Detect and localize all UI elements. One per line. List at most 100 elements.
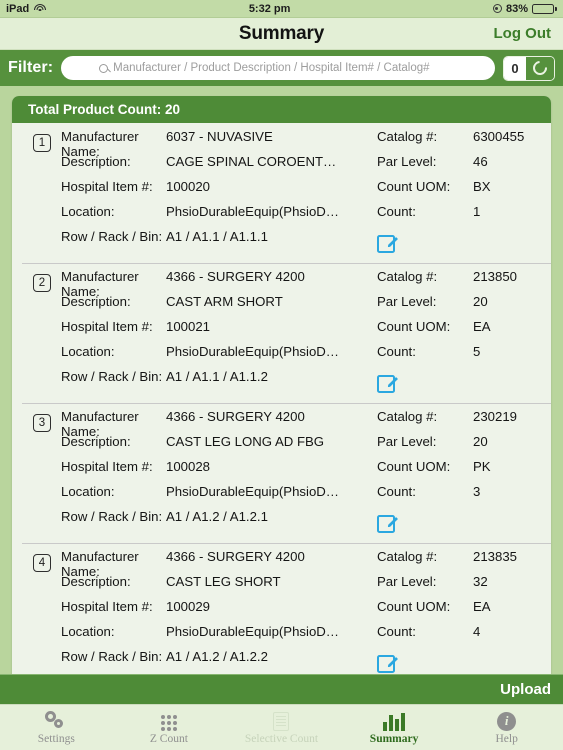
total-product-count-header: Total Product Count: 20 [12,96,551,123]
tab-selective-count: Selective Count [225,711,338,745]
field-location: Location: PhsioDurableEquip(PhsioD… [30,344,377,369]
row-left-column: Manufacturer Name: 4366 - SURGERY 4200 Des… [12,269,377,399]
status-bar: iPad 5:32 pm 83% [0,0,563,18]
tab-label: Settings [37,732,75,745]
field-count-uom-value: EA [473,599,491,614]
refresh-button[interactable] [526,56,554,80]
field-row-rack-bin: Row / Rack / Bin: A1 / A1.2 / A1.2.1 [30,509,377,534]
field-row-rack-bin-value: A1 / A1.2 / A1.2.1 [166,509,268,524]
field-row-rack-bin-label: Row / Rack / Bin: [61,229,163,244]
search-input[interactable]: Manufacturer / Product Description / Hos… [61,56,495,80]
field-manufacturer-name-value: 6037 - NUVASIVE [166,129,273,144]
field-hospital-item-value: 100021 [166,319,211,334]
row-right-column: Catalog #: 230219 Par Level: 20 Count UOM: PK… [377,409,551,539]
battery-percent-label: 83% [505,2,528,15]
field-catalog-number-label: Catalog #: [377,269,438,284]
table-row[interactable]: 3 Manufacturer Name: 4366 - SURGERY 4200 De… [12,403,551,543]
tab-summary[interactable]: Summary [338,711,451,745]
field-count-uom: Count UOM: BX [377,179,551,204]
tab-label: Z Count [149,732,188,745]
field-count: Count: 4 [377,624,551,649]
table-row[interactable]: 2 Manufacturer Name: 4366 - SURGERY 4200 De… [12,263,551,403]
field-row-rack-bin: Row / Rack / Bin: A1 / A1.2 / A1.2.2 [30,649,377,674]
field-par-level: Par Level: 46 [377,154,551,179]
field-manufacturer-name: Manufacturer Name: 4366 - SURGERY 4200 [30,549,377,579]
field-par-level: Par Level: 20 [377,434,551,459]
field-par-level-label: Par Level: [377,154,437,169]
field-hospital-item-label: Hospital Item #: [61,319,153,334]
gears-icon [45,710,67,731]
field-location-value: PhsioDurableEquip(PhsioD… [166,344,339,359]
field-description: Description: CAST ARM SHORT [30,294,377,319]
field-location: Location: PhsioDurableEquip(PhsioD… [30,484,377,509]
field-catalog-number: Catalog #: 6300455 [377,129,551,154]
field-catalog-number-value: 213850 [473,269,518,284]
field-par-level-value: 46 [473,154,488,169]
field-manufacturer-name: Manufacturer Name: 6037 - NUVASIVE [30,129,377,159]
field-manufacturer-name-value: 4366 - SURGERY 4200 [166,409,305,424]
field-count-value: 1 [473,204,481,219]
status-bar-clock: 5:32 pm [248,2,291,15]
field-description-value: CAGE SPINAL COROENT… [166,154,337,169]
edit-icon[interactable] [377,655,395,673]
search-placeholder: Manufacturer / Product Description / Hos… [113,62,430,74]
row-index-badge: 2 [33,274,51,292]
edit-icon[interactable] [377,235,395,253]
field-count-uom-value: PK [473,459,491,474]
row-grid: Manufacturer Name: 4366 - SURGERY 4200 Des… [12,409,551,539]
tab-settings[interactable]: Settings [0,710,113,745]
field-count-uom-label: Count UOM: [377,319,451,334]
field-location-label: Location: [61,344,115,359]
field-catalog-number: Catalog #: 213850 [377,269,551,294]
row-right-column: Catalog #: 213835 Par Level: 32 Count UOM: EA… [377,549,551,674]
row-left-column: Manufacturer Name: 6037 - NUVASIVE Descrip… [12,129,377,259]
filter-bar: Filter: Manufacturer / Product Descripti… [0,50,563,86]
table-row[interactable]: 1 Manufacturer Name: 6037 - NUVASIVE Descri… [12,123,551,263]
field-par-level-label: Par Level: [377,294,437,309]
field-location-value: PhsioDurableEquip(PhsioD… [166,624,339,639]
field-description-label: Description: [61,574,131,589]
field-description: Description: CAST LEG SHORT [30,574,377,599]
tab-help[interactable]: i Help [450,711,563,745]
upload-button[interactable]: Upload [500,681,551,698]
field-par-level-value: 32 [473,574,488,589]
product-list-card: Total Product Count: 20 1 Manufacturer Na… [12,96,551,674]
field-count-uom: Count UOM: PK [377,459,551,484]
tab-label: Selective Count [244,732,319,745]
field-hospital-item: Hospital Item #: 100021 [30,319,377,344]
navigation-bar: Summary Log Out [0,18,563,50]
field-row-rack-bin-value: A1 / A1.2 / A1.2.2 [166,649,268,664]
info-icon: i [497,711,517,731]
edit-icon[interactable] [377,375,395,393]
content-area: Total Product Count: 20 1 Manufacturer Na… [0,86,563,674]
field-catalog-number-label: Catalog #: [377,409,438,424]
field-count: Count: 5 [377,344,551,369]
field-location-value: PhsioDurableEquip(PhsioD… [166,484,339,499]
upload-bar: Upload [0,674,563,704]
field-count-label: Count: [377,624,416,639]
field-count-uom-label: Count UOM: [377,599,451,614]
bar-chart-icon [383,711,406,731]
product-list[interactable]: 1 Manufacturer Name: 6037 - NUVASIVE Descri… [12,123,551,674]
field-row-rack-bin: Row / Rack / Bin: A1 / A1.1 / A1.1.1 [30,229,377,254]
row-grid: Manufacturer Name: 4366 - SURGERY 4200 Des… [12,549,551,674]
edit-icon[interactable] [377,515,395,533]
row-grid: Manufacturer Name: 6037 - NUVASIVE Descrip… [12,129,551,259]
tab-label: Summary [369,732,419,745]
field-count-uom: Count UOM: EA [377,319,551,344]
table-row[interactable]: 4 Manufacturer Name: 4366 - SURGERY 4200 De… [12,543,551,674]
field-hospital-item: Hospital Item #: 100028 [30,459,377,484]
field-hospital-item: Hospital Item #: 100020 [30,179,377,204]
field-catalog-number-label: Catalog #: [377,129,438,144]
tab-z-count[interactable]: Z Count [113,711,226,745]
row-right-column: Catalog #: 6300455 Par Level: 46 Count UOM: B… [377,129,551,259]
logout-button[interactable]: Log Out [494,25,551,42]
field-manufacturer-name-value: 4366 - SURGERY 4200 [166,269,305,284]
row-index-badge-wrap: 2 [33,274,51,292]
field-count: Count: 1 [377,204,551,229]
field-description: Description: CAST LEG LONG AD FBG [30,434,377,459]
field-par-level-value: 20 [473,434,488,449]
field-par-level-value: 20 [473,294,488,309]
row-grid: Manufacturer Name: 4366 - SURGERY 4200 Des… [12,269,551,399]
edit-row [377,229,551,259]
